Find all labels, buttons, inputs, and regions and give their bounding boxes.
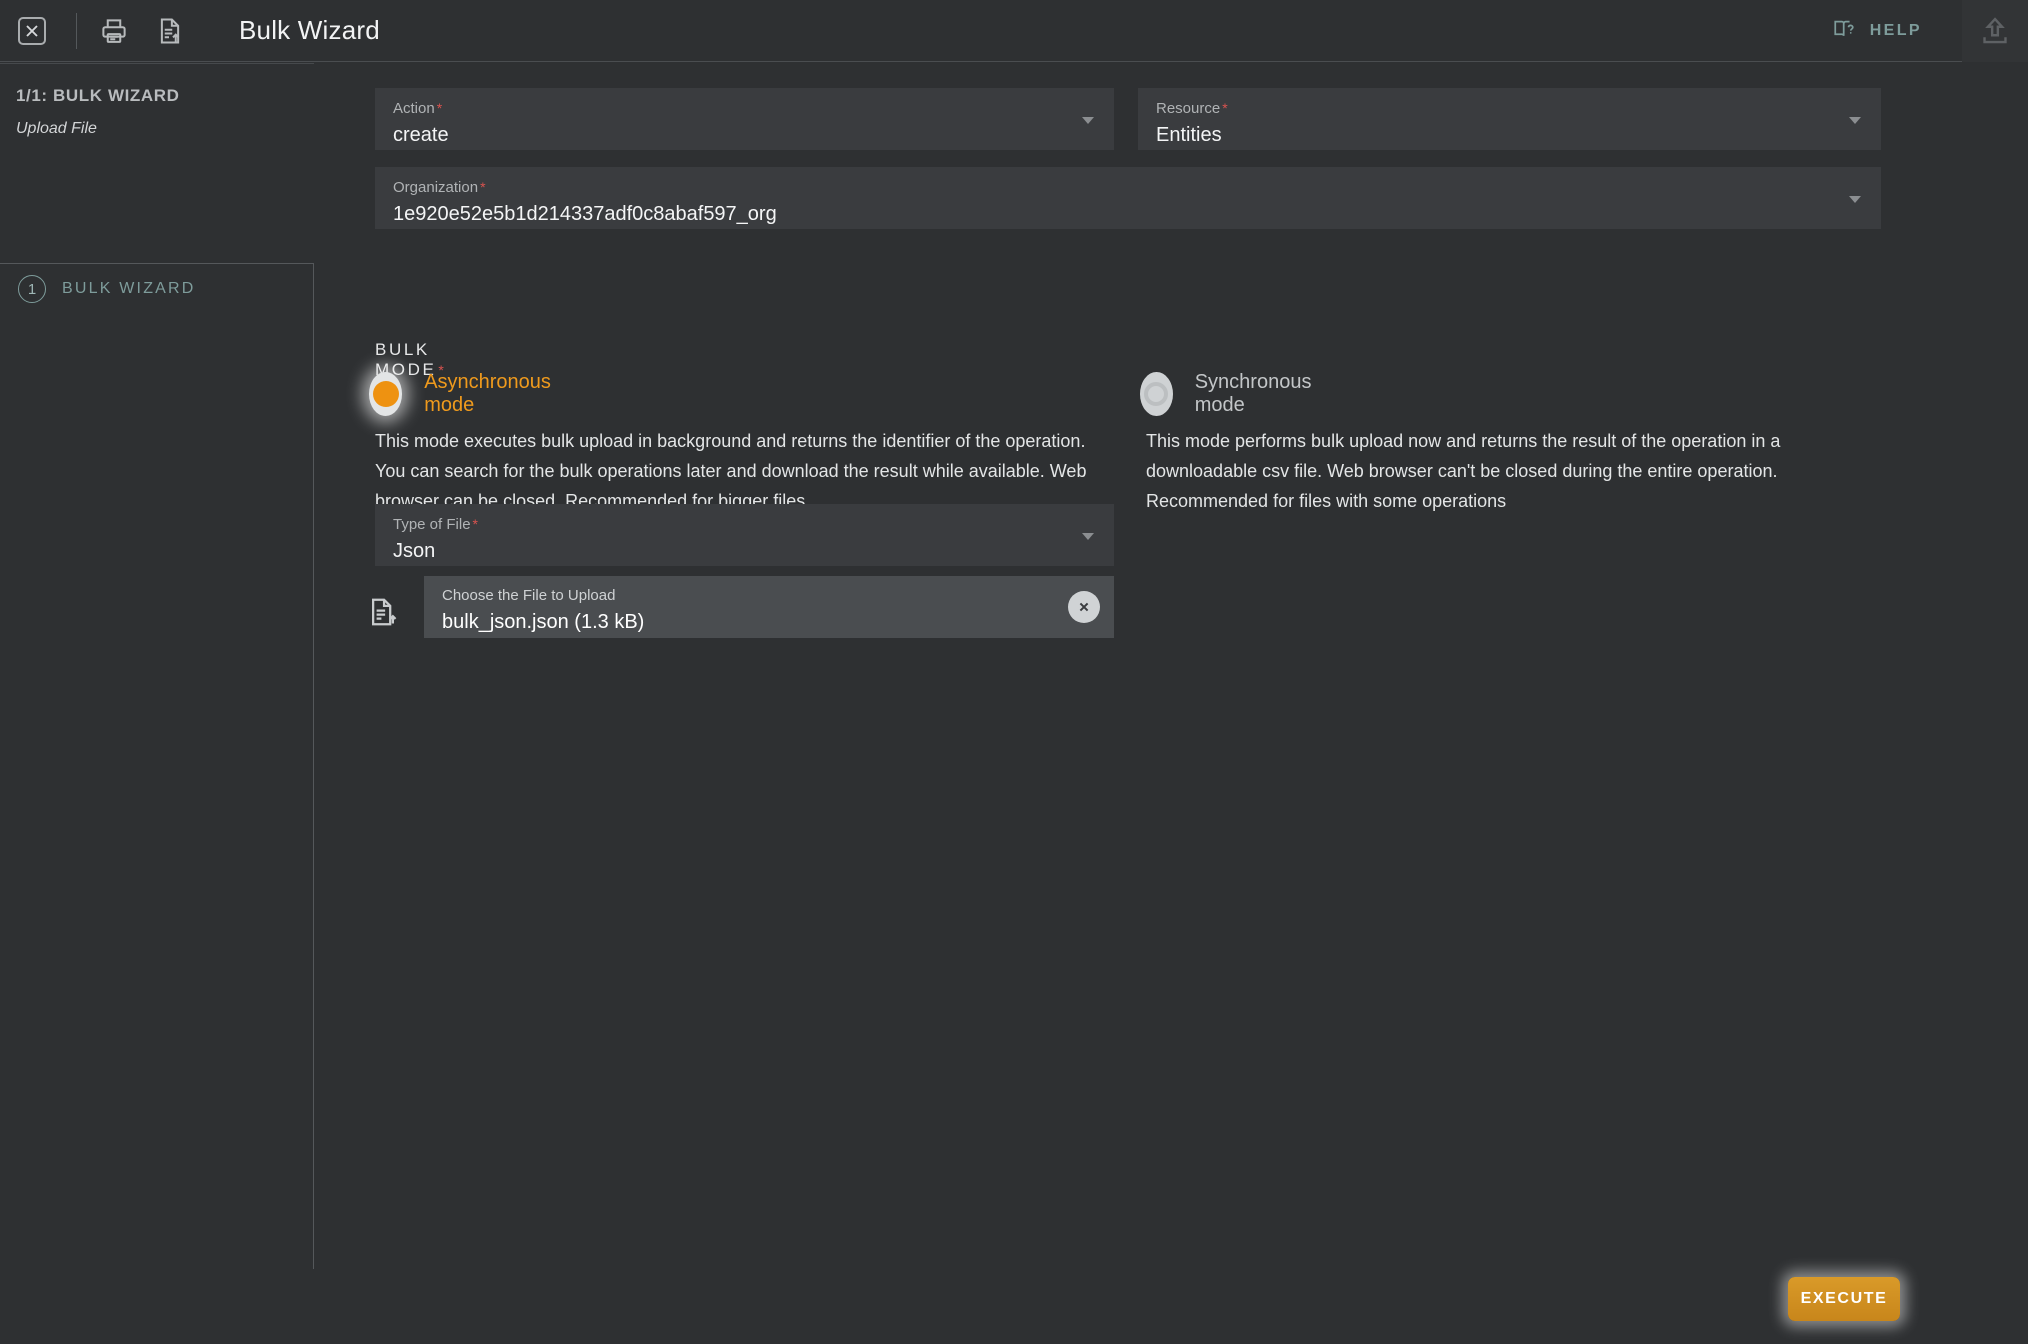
synchronous-mode-description: This mode performs bulk upload now and r… xyxy=(1146,431,1781,511)
step-counter: 1/1: BULK WIZARD xyxy=(16,86,180,105)
file-upload-value: bulk_json.json (1.3 kB) xyxy=(442,611,645,633)
wizard-sidebar: 1/1: BULK WIZARD Upload File 1 BULK WIZA… xyxy=(0,63,314,1344)
radio-asynchronous-label: Asynchronous mode xyxy=(424,371,551,416)
resource-value: Entities xyxy=(1156,124,1222,146)
required-marker: * xyxy=(480,179,486,195)
type-of-file-value: Json xyxy=(393,540,436,562)
toolbar-divider xyxy=(76,12,77,49)
radio-synchronous-label: Synchronous mode xyxy=(1194,371,1312,416)
sidebar-vertical-divider xyxy=(313,263,314,1269)
radio-dot xyxy=(372,381,399,407)
chevron-down-icon[interactable] xyxy=(1082,533,1094,540)
required-marker: * xyxy=(436,100,443,116)
chevron-down-icon[interactable] xyxy=(1849,117,1861,124)
file-upload-field[interactable]: Choose the File to Upload bulk_json.json… xyxy=(424,576,1114,638)
chevron-down-icon[interactable] xyxy=(1082,117,1094,124)
sidebar-item-label: BULK WIZARD xyxy=(62,280,196,297)
help-button[interactable]: HELP xyxy=(1832,16,1922,47)
document-upload-icon[interactable] xyxy=(155,16,185,46)
organization-select[interactable]: Organization * 1e920e52e5b1d214337adf0c8a… xyxy=(375,167,1881,229)
header-left-toolbar: Bulk Wizard xyxy=(0,0,380,61)
sidebar-section-divider xyxy=(0,263,314,264)
action-label: Action * xyxy=(393,100,443,117)
action-value: create xyxy=(393,124,449,146)
type-of-file-label: Type of File * xyxy=(393,516,478,533)
footer-actions: EXECUTE xyxy=(1788,1277,1900,1321)
close-icon[interactable] xyxy=(18,16,46,45)
chevron-down-icon[interactable] xyxy=(1849,196,1861,203)
file-upload-label: Choose the File to Upload xyxy=(442,587,616,604)
asynchronous-mode-description: This mode executes bulk upload in backgr… xyxy=(375,431,1087,511)
resource-label: Resource * xyxy=(1156,100,1228,117)
sidebar-subtitle: Upload File xyxy=(16,120,97,137)
sidebar-top-divider xyxy=(0,63,314,64)
resource-select[interactable]: Resource * Entities xyxy=(1138,88,1881,150)
upload-icon[interactable] xyxy=(1962,0,2028,62)
printer-icon[interactable] xyxy=(99,16,129,46)
app-header: Bulk Wizard HELP xyxy=(0,0,2028,62)
page-title: Bulk Wizard xyxy=(239,15,380,45)
action-select[interactable]: Action * create xyxy=(375,88,1114,150)
help-label: HELP xyxy=(1869,22,1922,39)
clear-file-icon[interactable] xyxy=(1068,591,1100,623)
organization-value: 1e920e52e5b1d214337adf0c8abaf597_org xyxy=(393,203,777,225)
radio-synchronous-mode[interactable]: Synchronous mode xyxy=(1140,371,1323,417)
radio-selected-icon[interactable] xyxy=(369,372,403,416)
book-question-icon xyxy=(1832,16,1858,47)
header-right-toolbar: HELP xyxy=(1832,0,2028,62)
file-upload-icon[interactable] xyxy=(367,595,399,634)
radio-asynchronous-mode[interactable]: Asynchronous mode xyxy=(369,371,562,417)
required-marker: * xyxy=(472,516,478,532)
execute-button[interactable]: EXECUTE xyxy=(1788,1277,1900,1321)
required-marker: * xyxy=(1222,100,1228,116)
radio-unselected-icon[interactable] xyxy=(1140,372,1173,416)
step-number-badge: 1 xyxy=(18,275,46,303)
organization-label: Organization * xyxy=(393,179,486,196)
radio-ring xyxy=(1144,382,1169,406)
sidebar-item-bulk-wizard[interactable]: 1 BULK WIZARD xyxy=(18,275,196,303)
type-of-file-select[interactable]: Type of File * Json xyxy=(375,504,1114,566)
bulk-wizard-window: Bulk Wizard HELP 1/1: BULK WIZARD Upload… xyxy=(0,0,2028,1344)
